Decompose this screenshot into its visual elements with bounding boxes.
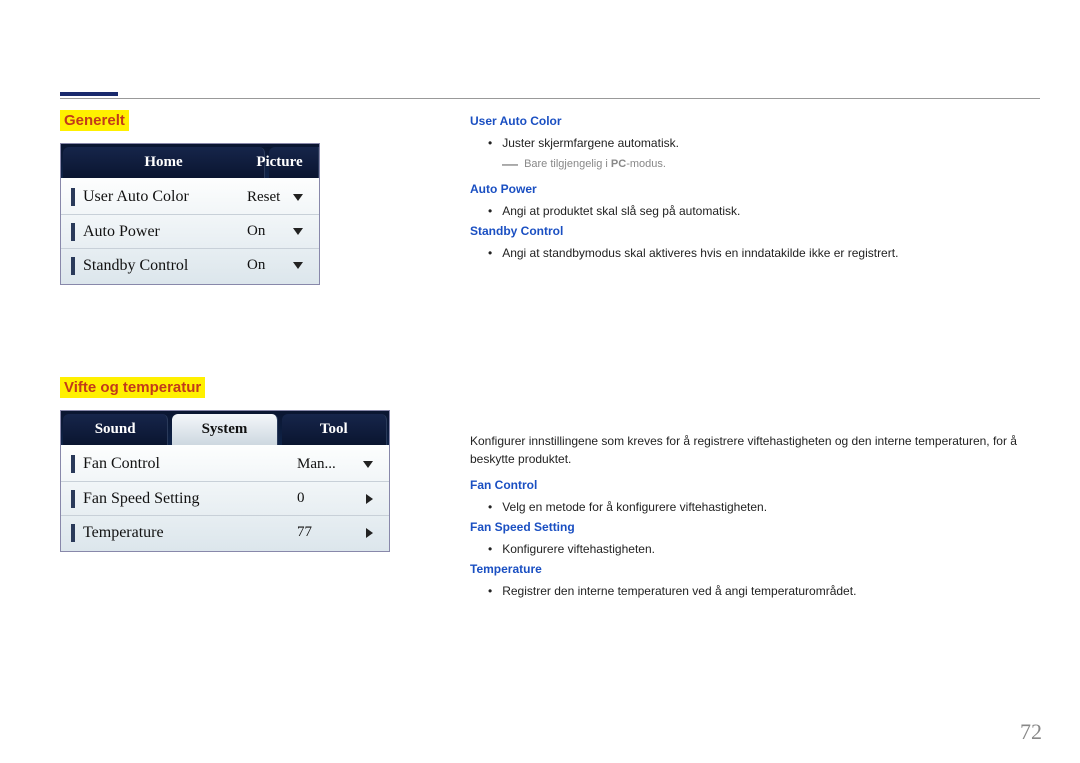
row-label: Fan Speed Setting — [83, 490, 291, 508]
row-fan-control[interactable]: Fan Control Man... — [61, 447, 389, 481]
bullet-icon: • — [488, 498, 492, 516]
bullet-icon: • — [488, 202, 492, 220]
bullet-icon: • — [488, 134, 492, 152]
row-marker-icon — [71, 257, 75, 275]
desc-heading-temperature: Temperature — [470, 562, 1020, 576]
row-value-spinner[interactable]: 0 — [291, 488, 379, 510]
row-value-text: On — [247, 257, 265, 274]
desc-heading-standby-control: Standby Control — [470, 224, 1020, 238]
row-marker-icon — [71, 455, 75, 473]
section-vifte: Vifte og temperatur Sound System Tool Fa… — [60, 377, 460, 552]
header-accent-bar — [60, 92, 118, 96]
desc-heading-auto-power: Auto Power — [470, 182, 1020, 196]
desc-heading-fan-control: Fan Control — [470, 478, 1020, 492]
chevron-right-icon — [366, 528, 373, 538]
header-divider — [60, 98, 1040, 99]
row-value-spinner[interactable]: 77 — [291, 522, 379, 544]
row-auto-power[interactable]: Auto Power On — [61, 214, 319, 248]
tab-label: System — [202, 421, 248, 438]
desc-note: ― Bare tilgjengelig i PC-modus. — [502, 156, 1020, 174]
desc-bullet: • Konfigurere viftehastigheten. — [488, 540, 1020, 558]
bullet-icon: • — [488, 540, 492, 558]
row-standby-control[interactable]: Standby Control On — [61, 248, 319, 282]
tab-picture[interactable]: Picture — [269, 147, 319, 178]
desc-text: Angi at produktet skal slå seg på automa… — [502, 202, 740, 220]
desc-heading-fan-speed-setting: Fan Speed Setting — [470, 520, 1020, 534]
row-value-text: Man... — [297, 456, 336, 473]
bullet-icon: • — [488, 582, 492, 600]
desc-bullet: • Juster skjermfargene automatisk. — [488, 134, 1020, 152]
row-label: Auto Power — [83, 223, 241, 241]
row-user-auto-color[interactable]: User Auto Color Reset — [61, 180, 319, 214]
tab-system[interactable]: System — [172, 414, 277, 445]
row-value-text: Reset — [247, 189, 280, 206]
chevron-right-icon — [366, 494, 373, 504]
page-number: 72 — [1020, 719, 1042, 745]
tab-label: Picture — [256, 154, 302, 171]
settings-panel-vifte: Sound System Tool Fan Control Man... — [60, 410, 390, 552]
desc-heading-user-auto-color: User Auto Color — [470, 114, 1020, 128]
desc-text: Velg en metode for å konfigurere vifteha… — [502, 498, 767, 516]
chevron-down-icon — [293, 262, 303, 269]
row-value-text: 0 — [297, 490, 305, 507]
desc-block-vifte: Konfigurer innstillingene som kreves for… — [470, 432, 1020, 600]
row-fan-speed-setting[interactable]: Fan Speed Setting 0 — [61, 481, 389, 515]
row-value-text: 77 — [297, 524, 312, 541]
row-marker-icon — [71, 524, 75, 542]
desc-bullet: • Velg en metode for å konfigurere vifte… — [488, 498, 1020, 516]
tab-sound[interactable]: Sound — [63, 414, 168, 445]
tab-home[interactable]: Home — [63, 147, 265, 178]
desc-intro: Konfigurer innstillingene som kreves for… — [470, 432, 1020, 468]
chevron-down-icon — [293, 194, 303, 201]
row-marker-icon — [71, 490, 75, 508]
desc-text: Konfigurere viftehastigheten. — [502, 540, 655, 558]
row-label: User Auto Color — [83, 188, 241, 206]
tabbar-generelt: Home Picture — [61, 144, 319, 178]
row-value-dropdown[interactable]: Man... — [291, 453, 379, 475]
desc-bullet: • Angi at standbymodus skal aktiveres hv… — [488, 244, 1020, 262]
tabbar-vifte: Sound System Tool — [61, 411, 389, 445]
desc-text: Juster skjermfargene automatisk. — [502, 134, 679, 152]
tab-tool[interactable]: Tool — [282, 414, 387, 445]
desc-bullet: • Angi at produktet skal slå seg på auto… — [488, 202, 1020, 220]
section-heading-generelt: Generelt — [60, 110, 129, 131]
dash-icon: ― — [502, 156, 518, 173]
desc-text: Angi at standbymodus skal aktiveres hvis… — [502, 244, 898, 262]
row-value-text: On — [247, 223, 265, 240]
row-value-dropdown[interactable]: Reset — [241, 186, 309, 208]
row-value-dropdown[interactable]: On — [241, 221, 309, 243]
section-generelt: Generelt Home Picture User Auto Color Re… — [60, 110, 460, 285]
note-prefix: Bare tilgjengelig i — [524, 158, 611, 170]
row-label: Temperature — [83, 524, 291, 542]
note-bold: PC — [611, 158, 626, 170]
row-temperature[interactable]: Temperature 77 — [61, 515, 389, 549]
row-marker-icon — [71, 188, 75, 206]
tab-label: Sound — [95, 421, 136, 438]
row-marker-icon — [71, 223, 75, 241]
row-value-dropdown[interactable]: On — [241, 255, 309, 277]
desc-bullet: • Registrer den interne temperaturen ved… — [488, 582, 1020, 600]
tab-label: Home — [144, 154, 182, 171]
chevron-down-icon — [293, 228, 303, 235]
desc-block-generelt: User Auto Color • Juster skjermfargene a… — [470, 114, 1020, 262]
row-label: Fan Control — [83, 455, 291, 473]
chevron-down-icon — [363, 461, 373, 468]
tab-label: Tool — [320, 421, 348, 438]
settings-panel-generelt: Home Picture User Auto Color Reset — [60, 143, 320, 285]
row-label: Standby Control — [83, 257, 241, 275]
note-suffix: -modus. — [626, 158, 666, 170]
desc-text: Registrer den interne temperaturen ved å… — [502, 582, 856, 600]
section-heading-vifte: Vifte og temperatur — [60, 377, 205, 398]
bullet-icon: • — [488, 244, 492, 262]
